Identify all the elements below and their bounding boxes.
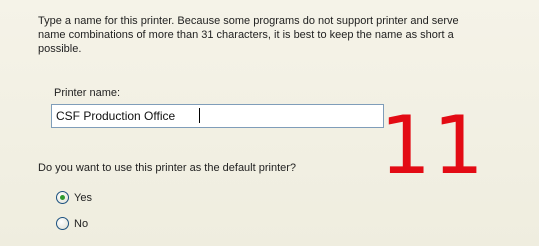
- radio-button-no[interactable]: [56, 217, 69, 230]
- intro-line-2: name combinations of more than 31 charac…: [38, 29, 454, 41]
- radio-button-yes[interactable]: [56, 191, 69, 204]
- radio-option-yes[interactable]: Yes: [56, 191, 92, 204]
- printer-name-input[interactable]: [51, 104, 384, 128]
- intro-line-3: possible.: [38, 43, 82, 55]
- wizard-pane: Type a name for this printer. Because so…: [0, 0, 539, 246]
- radio-option-no[interactable]: No: [56, 217, 88, 230]
- radio-label-no: No: [74, 217, 89, 230]
- intro-line-1: Type a name for this printer. Because so…: [38, 15, 459, 27]
- text-caret: [199, 108, 200, 123]
- radio-label-yes: Yes: [74, 191, 92, 204]
- step-number-annotation: 11: [380, 99, 486, 192]
- printer-name-label: Printer name:: [54, 87, 121, 99]
- intro-text: Type a name for this printer. Because so…: [38, 14, 539, 56]
- default-printer-question: Do you want to use this printer as the d…: [38, 162, 297, 174]
